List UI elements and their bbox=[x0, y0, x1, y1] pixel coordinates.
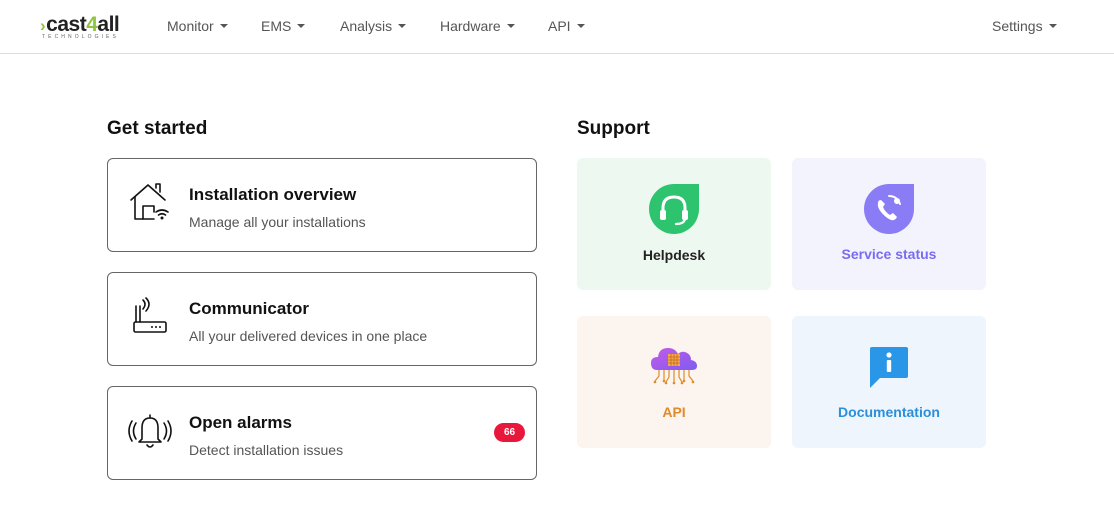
phone-signal-icon bbox=[864, 184, 914, 234]
cloud-chip-icon bbox=[651, 348, 697, 385]
chevron-right-icon: › bbox=[40, 16, 46, 35]
nav-analysis-dropdown[interactable]: Analysis bbox=[340, 17, 407, 35]
caret-down-icon bbox=[219, 24, 228, 29]
caret-down-icon bbox=[1048, 24, 1057, 29]
helpdesk-tile[interactable]: Helpdesk bbox=[577, 158, 771, 290]
service-status-label: Service status bbox=[841, 246, 937, 262]
communicator-description: All your delivered devices in one place bbox=[189, 328, 428, 344]
api-label: API bbox=[662, 404, 686, 420]
caret-down-icon bbox=[297, 24, 306, 29]
logo-text-suffix: all bbox=[97, 13, 120, 36]
nav-hardware-dropdown[interactable]: Hardware bbox=[440, 17, 515, 35]
documentation-tile[interactable]: Documentation bbox=[792, 316, 986, 448]
documentation-label: Documentation bbox=[838, 404, 940, 420]
installation-overview-description: Manage all your installations bbox=[189, 214, 366, 230]
open-alarms-title: Open alarms bbox=[189, 413, 292, 432]
house-wifi-icon bbox=[130, 183, 169, 220]
caret-down-icon bbox=[506, 24, 515, 29]
caret-down-icon bbox=[398, 24, 407, 29]
logo-text-prefix: cast bbox=[46, 13, 87, 36]
nav-api-label: API bbox=[548, 18, 571, 34]
helpdesk-label: Helpdesk bbox=[642, 247, 706, 263]
nav-api-dropdown[interactable]: API bbox=[548, 17, 585, 35]
open-alarms-description: Detect installation issues bbox=[189, 442, 344, 458]
bell-ringing-icon bbox=[128, 414, 172, 448]
service-status-tile[interactable]: Service status bbox=[792, 158, 986, 290]
info-chat-icon bbox=[870, 347, 908, 388]
nav-monitor-label: Monitor bbox=[167, 18, 214, 34]
nav-settings-label: Settings bbox=[992, 18, 1043, 34]
open-alarms-card[interactable]: Open alarms Detect installation issues 6… bbox=[107, 386, 537, 480]
top-navbar: ›cast4all TECHNOLOGIES Monitor EMS Analy… bbox=[0, 0, 1114, 54]
get-started-heading: Get started bbox=[107, 118, 208, 139]
api-tile[interactable]: API bbox=[577, 316, 771, 448]
installation-overview-title: Installation overview bbox=[189, 185, 357, 204]
communicator-title: Communicator bbox=[189, 299, 309, 318]
headset-icon bbox=[649, 184, 699, 234]
logo-tagline: TECHNOLOGIES bbox=[42, 34, 119, 40]
support-heading: Support bbox=[577, 118, 650, 139]
logo-text-digit: 4 bbox=[86, 13, 98, 36]
alarm-count-badge: 66 bbox=[494, 423, 525, 442]
communicator-card[interactable]: Communicator All your delivered devices … bbox=[107, 272, 537, 366]
nav-ems-label: EMS bbox=[261, 18, 292, 34]
installation-overview-card[interactable]: Installation overview Manage all your in… bbox=[107, 158, 537, 252]
nav-hardware-label: Hardware bbox=[440, 18, 501, 34]
nav-analysis-label: Analysis bbox=[340, 18, 393, 34]
nav-ems-dropdown[interactable]: EMS bbox=[261, 17, 306, 35]
caret-down-icon bbox=[576, 24, 585, 29]
router-icon bbox=[133, 297, 167, 333]
nav-monitor-dropdown[interactable]: Monitor bbox=[167, 17, 228, 35]
nav-settings-dropdown[interactable]: Settings bbox=[992, 17, 1057, 35]
cast4all-logo[interactable]: ›cast4all TECHNOLOGIES bbox=[40, 13, 135, 41]
